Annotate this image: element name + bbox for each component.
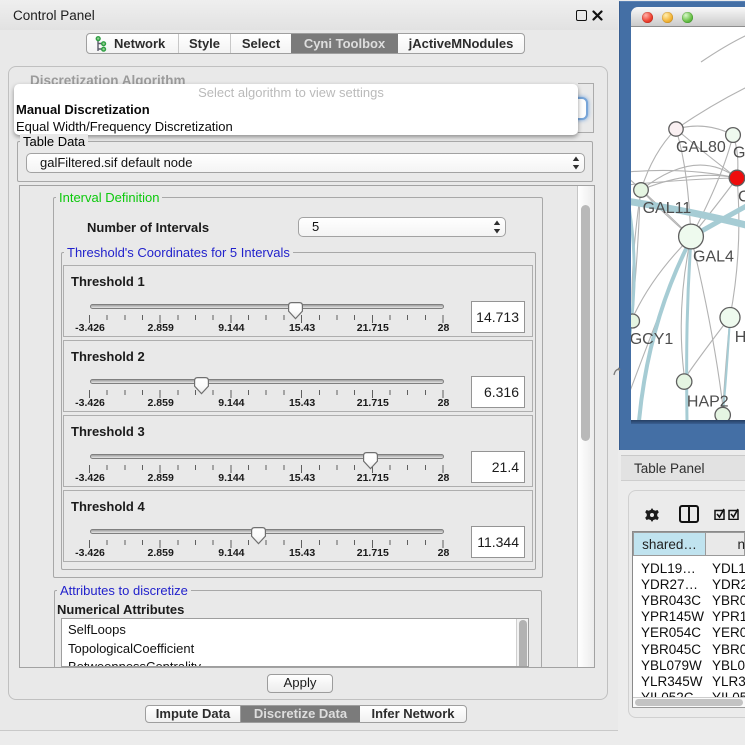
- svg-text:GAL4: GAL4: [693, 249, 734, 266]
- svg-text:HAP2: HAP2: [687, 394, 729, 411]
- svg-text:HIS4: HIS4: [735, 329, 745, 346]
- svg-text:GAL3: GAL3: [733, 145, 745, 162]
- svg-text:GCY1: GCY1: [631, 331, 673, 348]
- svg-text:GAL80: GAL80: [676, 139, 726, 156]
- svg-text:GAL11: GAL11: [643, 200, 692, 217]
- svg-text:CAF4: CAF4: [738, 189, 745, 206]
